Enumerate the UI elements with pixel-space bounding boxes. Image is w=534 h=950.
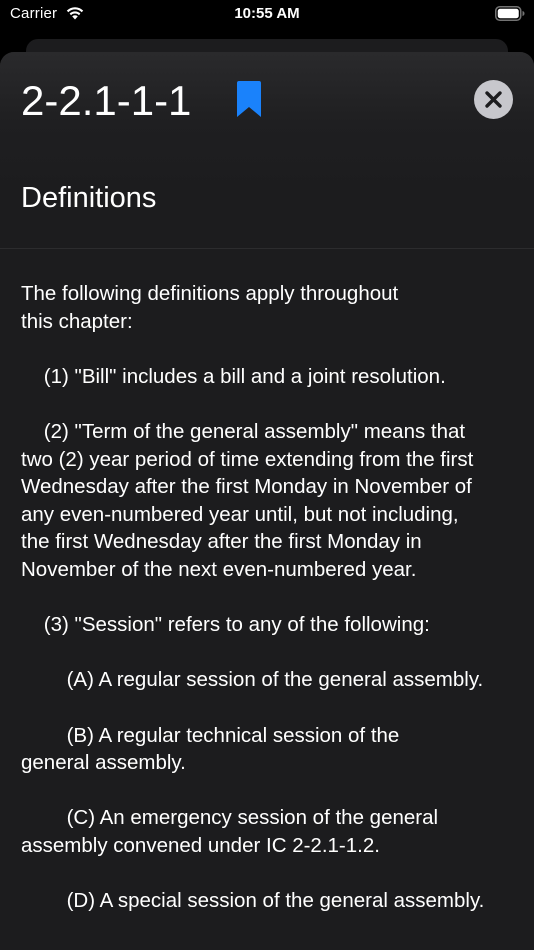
section-number: 2-2.1-1-1	[21, 77, 192, 124]
body-paragraph: (D) A special session of the general ass…	[21, 889, 485, 913]
sheet-header: 2-2.1-1-1 Definitions	[0, 52, 534, 249]
section-title: Definitions	[21, 182, 157, 214]
section-detail-sheet: 2-2.1-1-1 Definitions The following defi…	[0, 52, 534, 950]
body-paragraph: (2) "Term of the general assembly" means…	[21, 419, 474, 581]
body-paragraph: (A) A regular session of the general ass…	[21, 668, 484, 692]
body-paragraph: (1) "Bill" includes a bill and a joint r…	[21, 364, 446, 388]
clock: 10:55 AM	[234, 5, 300, 22]
close-icon	[485, 91, 502, 108]
body-paragraph: (C) An emergency session of the general …	[21, 806, 439, 857]
status-bar: Carrier 10:55 AM	[0, 0, 534, 30]
body-paragraph: The following definitions apply througho…	[21, 282, 399, 333]
body-paragraph: (B) A regular technical session of the g…	[21, 723, 400, 775]
body-paragraph: (3) "Session" refers to any of the follo…	[21, 613, 430, 637]
battery-icon	[495, 6, 525, 22]
section-body: The following definitions apply througho…	[21, 280, 517, 942]
close-button[interactable]	[474, 80, 513, 119]
bookmark-icon[interactable]	[235, 80, 265, 120]
